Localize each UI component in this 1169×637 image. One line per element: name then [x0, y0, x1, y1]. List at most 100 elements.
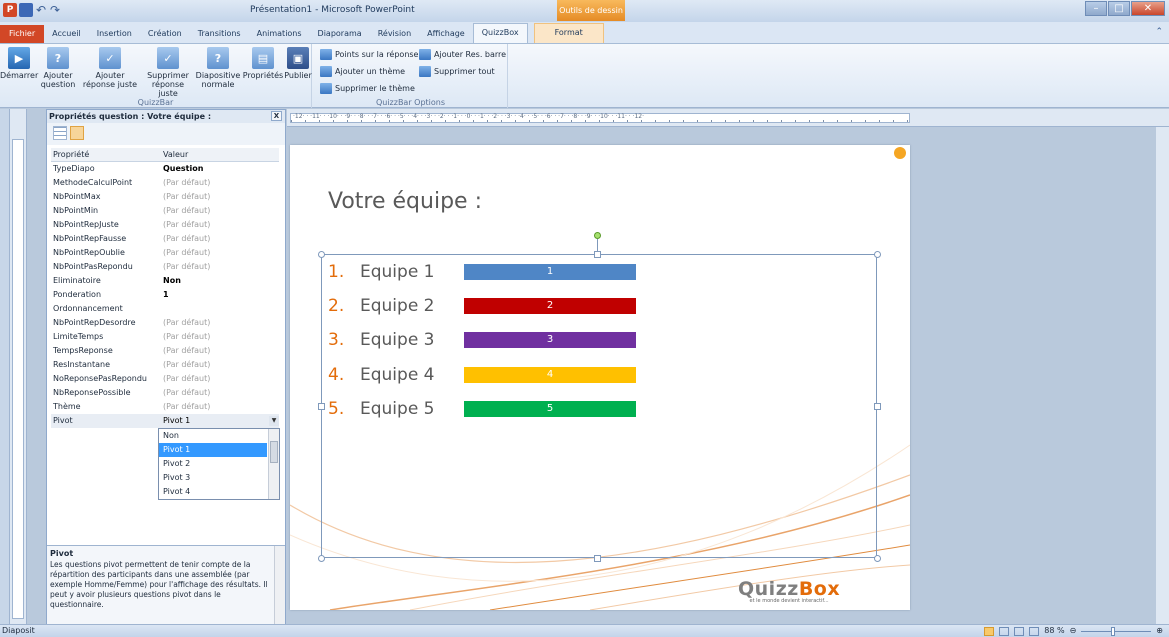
add-result-bar-button[interactable]: Ajouter Res. barre [419, 49, 506, 60]
property-pages-icon[interactable] [70, 126, 84, 140]
powerpoint-logo-icon[interactable]: P [3, 3, 17, 17]
add-theme-button[interactable]: Ajouter un thème [320, 66, 405, 77]
property-value[interactable]: (Par défaut) [161, 316, 279, 330]
property-value[interactable]: (Par défaut) [161, 190, 279, 204]
zoom-level[interactable]: 88 % [1044, 625, 1064, 637]
property-value[interactable]: (Par défaut) [161, 218, 279, 232]
reading-view-icon[interactable] [1014, 626, 1025, 636]
undo-icon[interactable]: ↶ [35, 3, 47, 17]
dropdown-option-selected[interactable]: Pivot 1 [159, 443, 267, 457]
property-value[interactable] [161, 302, 279, 316]
dropdown-scroll-thumb[interactable] [270, 441, 278, 463]
property-value[interactable]: (Par défaut) [161, 176, 279, 190]
add-question-button[interactable]: ? Ajouter question [38, 47, 78, 89]
property-row[interactable]: Ponderation 1 [51, 288, 279, 302]
maximize-icon[interactable]: □ [1108, 1, 1130, 16]
start-button[interactable]: ▶ Démarrer [0, 47, 38, 80]
property-row[interactable]: Ordonnancement [51, 302, 279, 316]
property-value[interactable]: (Par défaut) [161, 260, 279, 274]
remove-correct-answer-button[interactable]: ✓ Supprimer réponse juste [142, 47, 194, 98]
zoom-out-icon[interactable]: ⊖ [1070, 625, 1077, 637]
property-value[interactable]: Non [161, 274, 279, 288]
property-value[interactable]: (Par défaut) [161, 386, 279, 400]
save-icon[interactable] [19, 3, 33, 17]
resize-handle-bottom[interactable] [594, 555, 601, 562]
slideshow-view-icon[interactable] [1029, 626, 1040, 636]
property-row[interactable]: NbPointRepDesordre (Par défaut) [51, 316, 279, 330]
property-row[interactable]: Eliminatoire Non [51, 274, 279, 288]
normal-view-icon[interactable] [984, 626, 995, 636]
resize-handle-top-left[interactable] [318, 251, 325, 258]
pane-close-button[interactable]: X [271, 111, 282, 121]
property-row[interactable]: NbPointRepFausse (Par défaut) [51, 232, 279, 246]
close-window-icon[interactable]: ✕ [1131, 1, 1165, 16]
property-value[interactable]: 1 [161, 288, 279, 302]
property-row[interactable]: ResInstantane (Par défaut) [51, 358, 279, 372]
property-row[interactable]: NbReponsePossible (Par défaut) [51, 386, 279, 400]
zoom-slider-knob[interactable] [1111, 626, 1116, 636]
property-row[interactable]: NbPointRepOublie (Par défaut) [51, 246, 279, 260]
property-value[interactable]: (Par défaut) [161, 344, 279, 358]
resize-handle-bottom-right[interactable] [874, 555, 881, 562]
tab-format[interactable]: Format [533, 23, 604, 43]
property-value[interactable]: Question [161, 162, 279, 176]
publish-button[interactable]: ▣ Publier [284, 47, 312, 80]
tab-affichage[interactable]: Affichage [419, 25, 473, 43]
property-row-pivot[interactable]: Pivot Pivot 1 ▼ [51, 414, 279, 428]
dropdown-scrollbar[interactable] [268, 429, 279, 499]
tab-revision[interactable]: Révision [370, 25, 419, 43]
property-row[interactable]: Thème (Par défaut) [51, 400, 279, 414]
property-value[interactable]: (Par défaut) [161, 246, 279, 260]
tab-fichier[interactable]: Fichier [0, 25, 45, 43]
resize-handle-left[interactable] [318, 403, 325, 410]
delete-all-button[interactable]: Supprimer tout [419, 66, 495, 77]
property-row[interactable]: NbPointMin (Par défaut) [51, 204, 279, 218]
tab-creation[interactable]: Création [140, 25, 190, 43]
slide-canvas[interactable]: Votre équipe : 1. Equipe 1 1 2. Equipe 2… [290, 145, 910, 610]
property-value[interactable]: (Par défaut) [161, 358, 279, 372]
categorized-view-icon[interactable] [53, 126, 67, 140]
zoom-in-icon[interactable]: ⊕ [1156, 625, 1163, 637]
redo-icon[interactable]: ↷ [49, 3, 61, 17]
tab-animations[interactable]: Animations [249, 25, 310, 43]
property-value[interactable]: (Par défaut) [161, 204, 279, 218]
selected-textbox-frame[interactable] [321, 254, 877, 558]
tab-accueil[interactable]: Accueil [44, 25, 89, 43]
points-on-answer-button[interactable]: Points sur la réponse [320, 49, 418, 60]
property-value[interactable]: (Par défaut) [161, 400, 279, 414]
property-value[interactable]: (Par défaut) [161, 372, 279, 386]
slide-title[interactable]: Votre équipe : [328, 189, 482, 214]
tab-diaporama[interactable]: Diaporama [310, 25, 370, 43]
dropdown-option[interactable]: Pivot 3 [159, 471, 279, 485]
slides-panel-collapsed[interactable] [0, 109, 10, 624]
zoom-slider[interactable] [1081, 626, 1152, 636]
resize-handle-top-right[interactable] [874, 251, 881, 258]
resize-handle-right[interactable] [874, 403, 881, 410]
dropdown-option[interactable]: Pivot 2 [159, 457, 279, 471]
property-value[interactable]: (Par défaut) [161, 330, 279, 344]
rotation-handle[interactable] [594, 232, 601, 239]
tab-insertion[interactable]: Insertion [89, 25, 140, 43]
slide-sorter-view-icon[interactable] [999, 626, 1010, 636]
property-row[interactable]: TypeDiapo Question [51, 162, 279, 176]
dropdown-option[interactable]: Pivot 4 [159, 485, 279, 499]
property-row[interactable]: MethodeCalculPoint (Par défaut) [51, 176, 279, 190]
add-correct-answer-button[interactable]: ✓ Ajouter réponse juste [80, 47, 140, 89]
property-row[interactable]: TempsReponse (Par défaut) [51, 344, 279, 358]
vertical-scrollbar[interactable] [1156, 127, 1169, 624]
tab-transitions[interactable]: Transitions [190, 25, 249, 43]
property-row[interactable]: LimiteTemps (Par défaut) [51, 330, 279, 344]
properties-button[interactable]: ▤ Propriétés [242, 47, 284, 80]
minimize-icon[interactable]: – [1085, 1, 1107, 16]
property-row[interactable]: NoReponsePasRepondu (Par défaut) [51, 372, 279, 386]
property-row[interactable]: NbPointPasRepondu (Par défaut) [51, 260, 279, 274]
property-row[interactable]: NbPointMax (Par défaut) [51, 190, 279, 204]
dropdown-option[interactable]: Non [159, 429, 279, 443]
property-value[interactable]: (Par défaut) [161, 232, 279, 246]
property-row[interactable]: NbPointRepJuste (Par défaut) [51, 218, 279, 232]
dropdown-arrow-icon[interactable]: ▼ [269, 416, 279, 426]
resize-handle-bottom-left[interactable] [318, 555, 325, 562]
normal-slide-button[interactable]: ? Diapositive normale [195, 47, 241, 89]
help-icon[interactable]: ⌃ [1155, 27, 1163, 37]
pivot-select[interactable]: Pivot 1 ▼ [161, 414, 279, 428]
